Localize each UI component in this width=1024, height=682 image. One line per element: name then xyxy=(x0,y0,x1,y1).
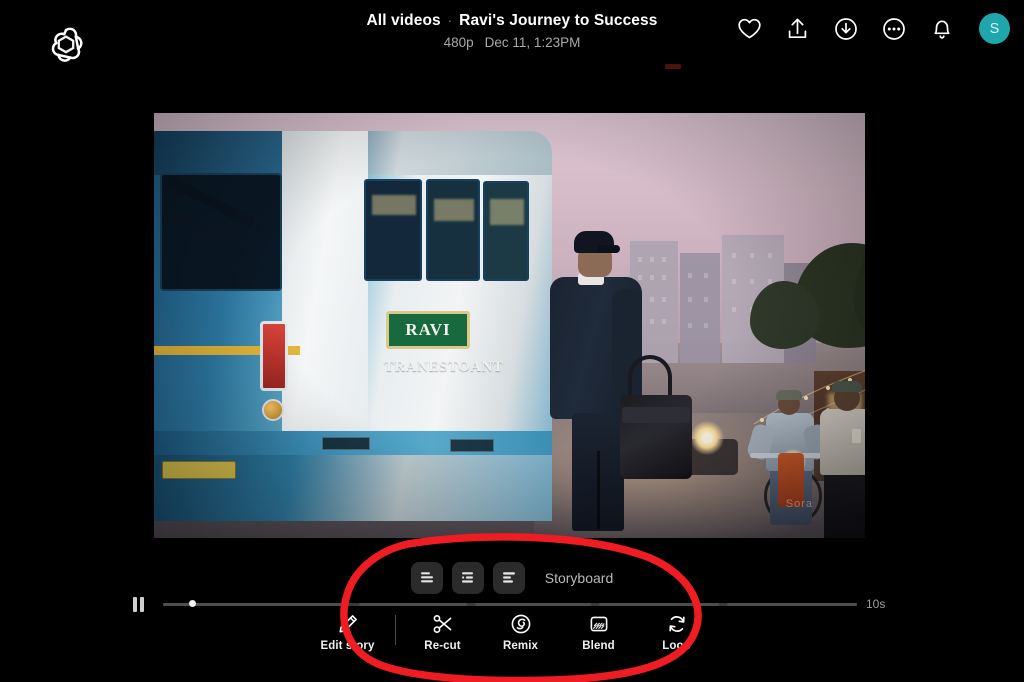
remix-button[interactable]: Remix xyxy=(482,613,560,652)
header-actions: S xyxy=(737,13,1010,44)
app-header: All videos · Ravi's Journey to Success 4… xyxy=(0,0,1024,72)
storyboard-row: Storyboard xyxy=(0,560,1024,596)
pause-icon[interactable] xyxy=(133,597,149,613)
loop-button[interactable]: Loop xyxy=(638,613,716,652)
share-icon[interactable] xyxy=(785,16,810,41)
video-timestamp: Dec 11, 1:23PM xyxy=(484,35,581,50)
breadcrumb-all-videos[interactable]: All videos xyxy=(367,11,441,31)
avatar[interactable]: S xyxy=(979,13,1010,44)
editing-toolbar: Edit story Re-cut Remix Blend Loop xyxy=(0,613,1024,661)
storyboard-view-detailed[interactable] xyxy=(492,562,525,594)
remix-label: Remix xyxy=(502,640,539,652)
storyboard-label: Storyboard xyxy=(544,570,614,586)
toolbar-divider xyxy=(394,615,396,645)
download-icon[interactable] xyxy=(833,16,858,41)
scissors-icon xyxy=(432,613,454,635)
storyboard-view-compact[interactable] xyxy=(410,562,443,594)
blend-button[interactable]: Blend xyxy=(560,613,638,652)
loop-label: Loop xyxy=(662,640,691,652)
scene-pedestrian xyxy=(804,381,865,538)
video-watermark: Sora xyxy=(785,498,813,510)
video-frame: पेट्रोल रेस्ट प्रेस xyxy=(154,113,865,538)
scene-main-character xyxy=(542,231,692,531)
duration-label: 10s xyxy=(866,597,886,611)
re-cut-label: Re-cut xyxy=(424,640,461,652)
avatar-initial: S xyxy=(989,20,1000,37)
loop-icon xyxy=(666,613,688,635)
breadcrumb-separator: · xyxy=(447,13,453,28)
red-artifact xyxy=(665,64,681,69)
scene-bus: RAVI TRANESTOANT xyxy=(154,131,552,521)
bus-subtext: TRANESTOANT xyxy=(384,359,504,375)
re-cut-button[interactable]: Re-cut xyxy=(404,613,482,652)
video-player-surface[interactable]: पेट्रोल रेस्ट प्रेस xyxy=(154,113,865,538)
storyboard-view-list[interactable] xyxy=(451,562,484,594)
edit-story-button[interactable]: Edit story xyxy=(309,613,387,652)
blend-label: Blend xyxy=(582,640,615,652)
notifications-icon[interactable] xyxy=(929,16,954,41)
playhead-handle[interactable] xyxy=(189,600,196,607)
video-resolution: 480p xyxy=(443,35,474,50)
progress-track[interactable] xyxy=(163,603,857,606)
more-options-icon[interactable] xyxy=(881,16,906,41)
remix-spiral-icon xyxy=(510,613,532,635)
edit-story-label: Edit story xyxy=(320,640,375,652)
bus-destination-plate: RAVI xyxy=(386,311,470,349)
page-title[interactable]: Ravi's Journey to Success xyxy=(459,11,657,31)
favorite-icon[interactable] xyxy=(737,16,762,41)
pencil-icon xyxy=(337,613,359,635)
openai-logo[interactable] xyxy=(43,21,89,67)
blend-icon xyxy=(588,613,610,635)
sora-video-player: All videos · Ravi's Journey to Success 4… xyxy=(0,0,1024,682)
bus-plate-text: RAVI xyxy=(405,320,451,339)
scene-building xyxy=(680,253,720,363)
